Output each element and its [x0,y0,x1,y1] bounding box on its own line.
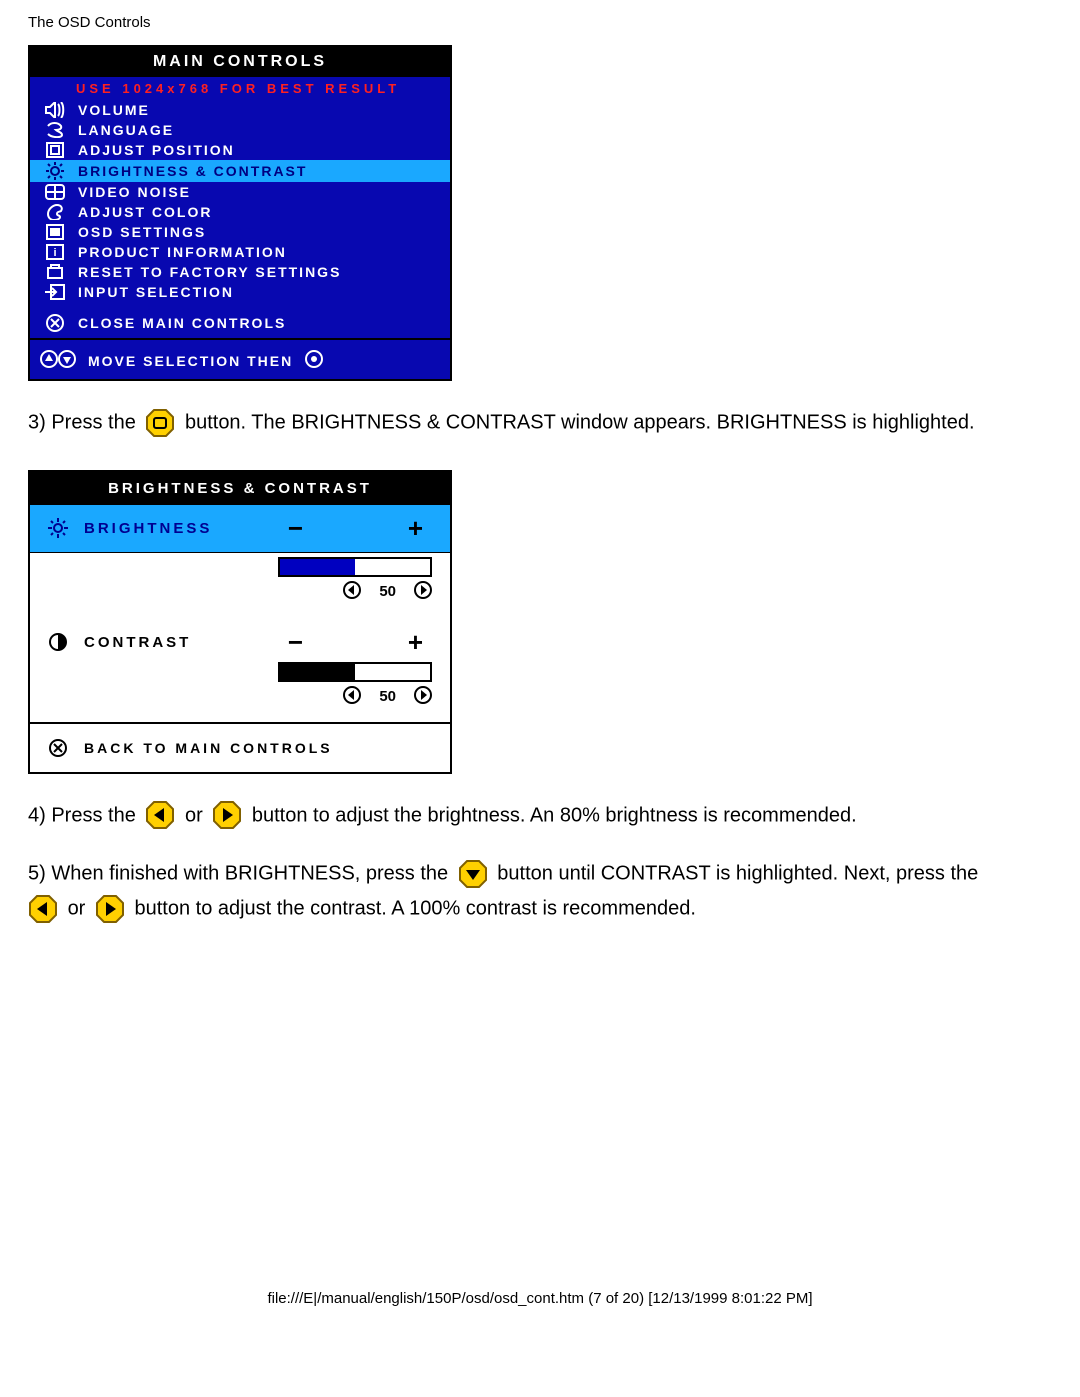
language-icon [40,122,70,138]
svg-text:i: i [53,247,56,259]
plus-icon: + [402,513,432,544]
osd-item-close[interactable]: CLOSE MAIN CONTROLS [30,312,450,334]
bc-row-contrast[interactable]: CONTRAST − + [30,617,450,658]
osd-item-video-noise[interactable]: VIDEO NOISE [30,182,450,202]
osd-item-label: INPUT SELECTION [70,284,234,300]
osd-item-position[interactable]: ADJUST POSITION [30,140,450,160]
down-button-icon [458,859,488,889]
osd-item-label: CLOSE MAIN CONTROLS [70,315,286,331]
footer-path: file:///E|/manual/english/150P/osd/osd_c… [0,950,1080,1327]
osd-item-label: OSD SETTINGS [70,224,206,240]
contrast-label: CONTRAST [76,634,282,651]
nav-updown-icon [40,350,80,371]
osd-main-controls: MAIN CONTROLS USE 1024x768 FOR BEST RESU… [28,45,452,381]
osd-item-label: VOLUME [70,102,150,118]
bc-back-row[interactable]: BACK TO MAIN CONTROLS [30,724,450,772]
noise-icon [40,184,70,200]
instruction-3: 3) Press the button. The BRIGHTNESS & CO… [28,405,1052,440]
osd-item-brightness-contrast[interactable]: BRIGHTNESS & CONTRAST [30,160,450,182]
brightness-label: BRIGHTNESS [76,520,282,537]
osd-footer-hint: MOVE SELECTION THEN [30,344,450,379]
instruction-5: 5) When finished with BRIGHTNESS, press … [28,856,1052,925]
osd-item-label: RESET TO FACTORY SETTINGS [70,264,341,280]
brightness-icon [48,518,76,538]
right-arrow-icon[interactable] [414,581,432,603]
plus-icon: + [402,627,432,658]
left-arrow-icon[interactable] [343,686,361,708]
osd-item-language[interactable]: LANGUAGE [30,120,450,140]
ok-circle-icon [305,350,323,371]
minus-icon: − [282,627,312,658]
footer-hint-text: MOVE SELECTION THEN [80,353,293,369]
osd-item-label: ADJUST COLOR [70,204,212,220]
minus-icon: − [282,513,312,544]
position-icon [40,142,70,158]
back-label: BACK TO MAIN CONTROLS [76,740,333,756]
osd-item-label: VIDEO NOISE [70,184,191,200]
contrast-meter [278,662,432,682]
osd-notice: USE 1024x768 FOR BEST RESULT [30,77,450,100]
osd-settings-icon [40,224,70,240]
input-icon [40,284,70,300]
osd-item-label: PRODUCT INFORMATION [70,244,287,260]
left-button-icon [145,800,175,830]
osd-item-label: ADJUST POSITION [70,142,235,158]
osd-item-osd-settings[interactable]: OSD SETTINGS [30,222,450,242]
osd-item-label: LANGUAGE [70,122,174,138]
osd-item-reset[interactable]: RESET TO FACTORY SETTINGS [30,262,450,282]
volume-icon [40,102,70,118]
brightness-icon [40,162,70,180]
brightness-value: 50 [379,583,396,600]
reset-icon [40,264,70,280]
right-button-icon [95,894,125,924]
bc-row-brightness[interactable]: BRIGHTNESS − + [30,505,450,553]
osd-item-product-info[interactable]: i PRODUCT INFORMATION [30,242,450,262]
osd-item-adjust-color[interactable]: ADJUST COLOR [30,202,450,222]
right-button-icon [212,800,242,830]
brightness-meter [278,557,432,577]
left-button-icon [28,894,58,924]
close-icon [40,314,70,332]
info-icon: i [40,244,70,260]
bc-title: BRIGHTNESS & CONTRAST [30,472,450,505]
right-arrow-icon[interactable] [414,686,432,708]
ok-button-icon [145,408,175,438]
osd-item-volume[interactable]: VOLUME [30,100,450,120]
contrast-value: 50 [379,688,396,705]
osd-item-input-selection[interactable]: INPUT SELECTION [30,282,450,302]
divider [30,338,450,340]
page-header: The OSD Controls [28,14,1052,31]
brightness-contrast-panel: BRIGHTNESS & CONTRAST BRIGHTNESS − + 50 [28,470,452,774]
back-icon [48,738,76,758]
left-arrow-icon[interactable] [343,581,361,603]
osd-title: MAIN CONTROLS [30,47,450,77]
osd-item-label: BRIGHTNESS & CONTRAST [70,163,307,179]
contrast-icon [48,632,76,652]
instruction-4: 4) Press the or button to adjust the bri… [28,798,1052,833]
color-icon [40,204,70,220]
